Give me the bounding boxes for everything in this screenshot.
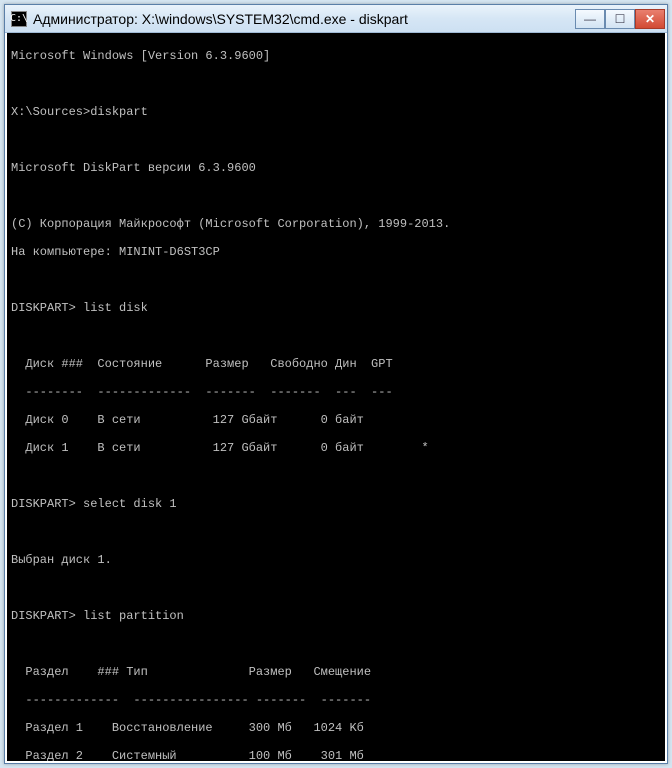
minimize-button[interactable]: —: [575, 9, 605, 29]
cmd-window: C:\ Администратор: X:\windows\SYSTEM32\c…: [4, 4, 668, 764]
window-title: Администратор: X:\windows\SYSTEM32\cmd.e…: [33, 11, 575, 27]
window-controls: — ☐ ✕: [575, 9, 665, 29]
blank: [11, 77, 661, 91]
prompt-line: X:\Sources>diskpart: [11, 105, 661, 119]
cmd-icon: C:\: [11, 11, 27, 27]
blank: [11, 525, 661, 539]
blank: [11, 329, 661, 343]
copyright-line: (C) Корпорация Майкрософт (Microsoft Cor…: [11, 217, 661, 231]
disk-row: Диск 1 В сети 127 Gбайт 0 байт *: [11, 441, 661, 455]
close-button[interactable]: ✕: [635, 9, 665, 29]
disk-table-divider: -------- ------------- ------- ------- -…: [11, 385, 661, 399]
selected-disk-msg: Выбран диск 1.: [11, 553, 661, 567]
minimize-icon: —: [584, 12, 596, 26]
diskpart-version: Microsoft DiskPart версии 6.3.9600: [11, 161, 661, 175]
cmd-list-disk: DISKPART> list disk: [11, 301, 661, 315]
blank: [11, 581, 661, 595]
part-table-divider: ------------- ---------------- ------- -…: [11, 693, 661, 707]
maximize-button[interactable]: ☐: [605, 9, 635, 29]
os-version-line: Microsoft Windows [Version 6.3.9600]: [11, 49, 661, 63]
blank: [11, 133, 661, 147]
console-output[interactable]: Microsoft Windows [Version 6.3.9600] X:\…: [5, 33, 667, 763]
cmd-list-partition: DISKPART> list partition: [11, 609, 661, 623]
close-icon: ✕: [645, 12, 655, 26]
part-table-header: Раздел ### Тип Размер Смещение: [11, 665, 661, 679]
disk-row: Диск 0 В сети 127 Gбайт 0 байт: [11, 413, 661, 427]
blank: [11, 189, 661, 203]
blank: [11, 637, 661, 651]
computer-line: На компьютере: MININT-D6ST3CP: [11, 245, 661, 259]
cmd-select-disk: DISKPART> select disk 1: [11, 497, 661, 511]
blank: [11, 273, 661, 287]
partition-row: Раздел 2 Системный 100 Mб 301 Mб: [11, 749, 661, 763]
titlebar[interactable]: C:\ Администратор: X:\windows\SYSTEM32\c…: [5, 5, 667, 33]
blank: [11, 469, 661, 483]
partition-row: Раздел 1 Восстановление 300 Mб 1024 Kб: [11, 721, 661, 735]
disk-table-header: Диск ### Состояние Размер Свободно Дин G…: [11, 357, 661, 371]
maximize-icon: ☐: [615, 12, 626, 26]
